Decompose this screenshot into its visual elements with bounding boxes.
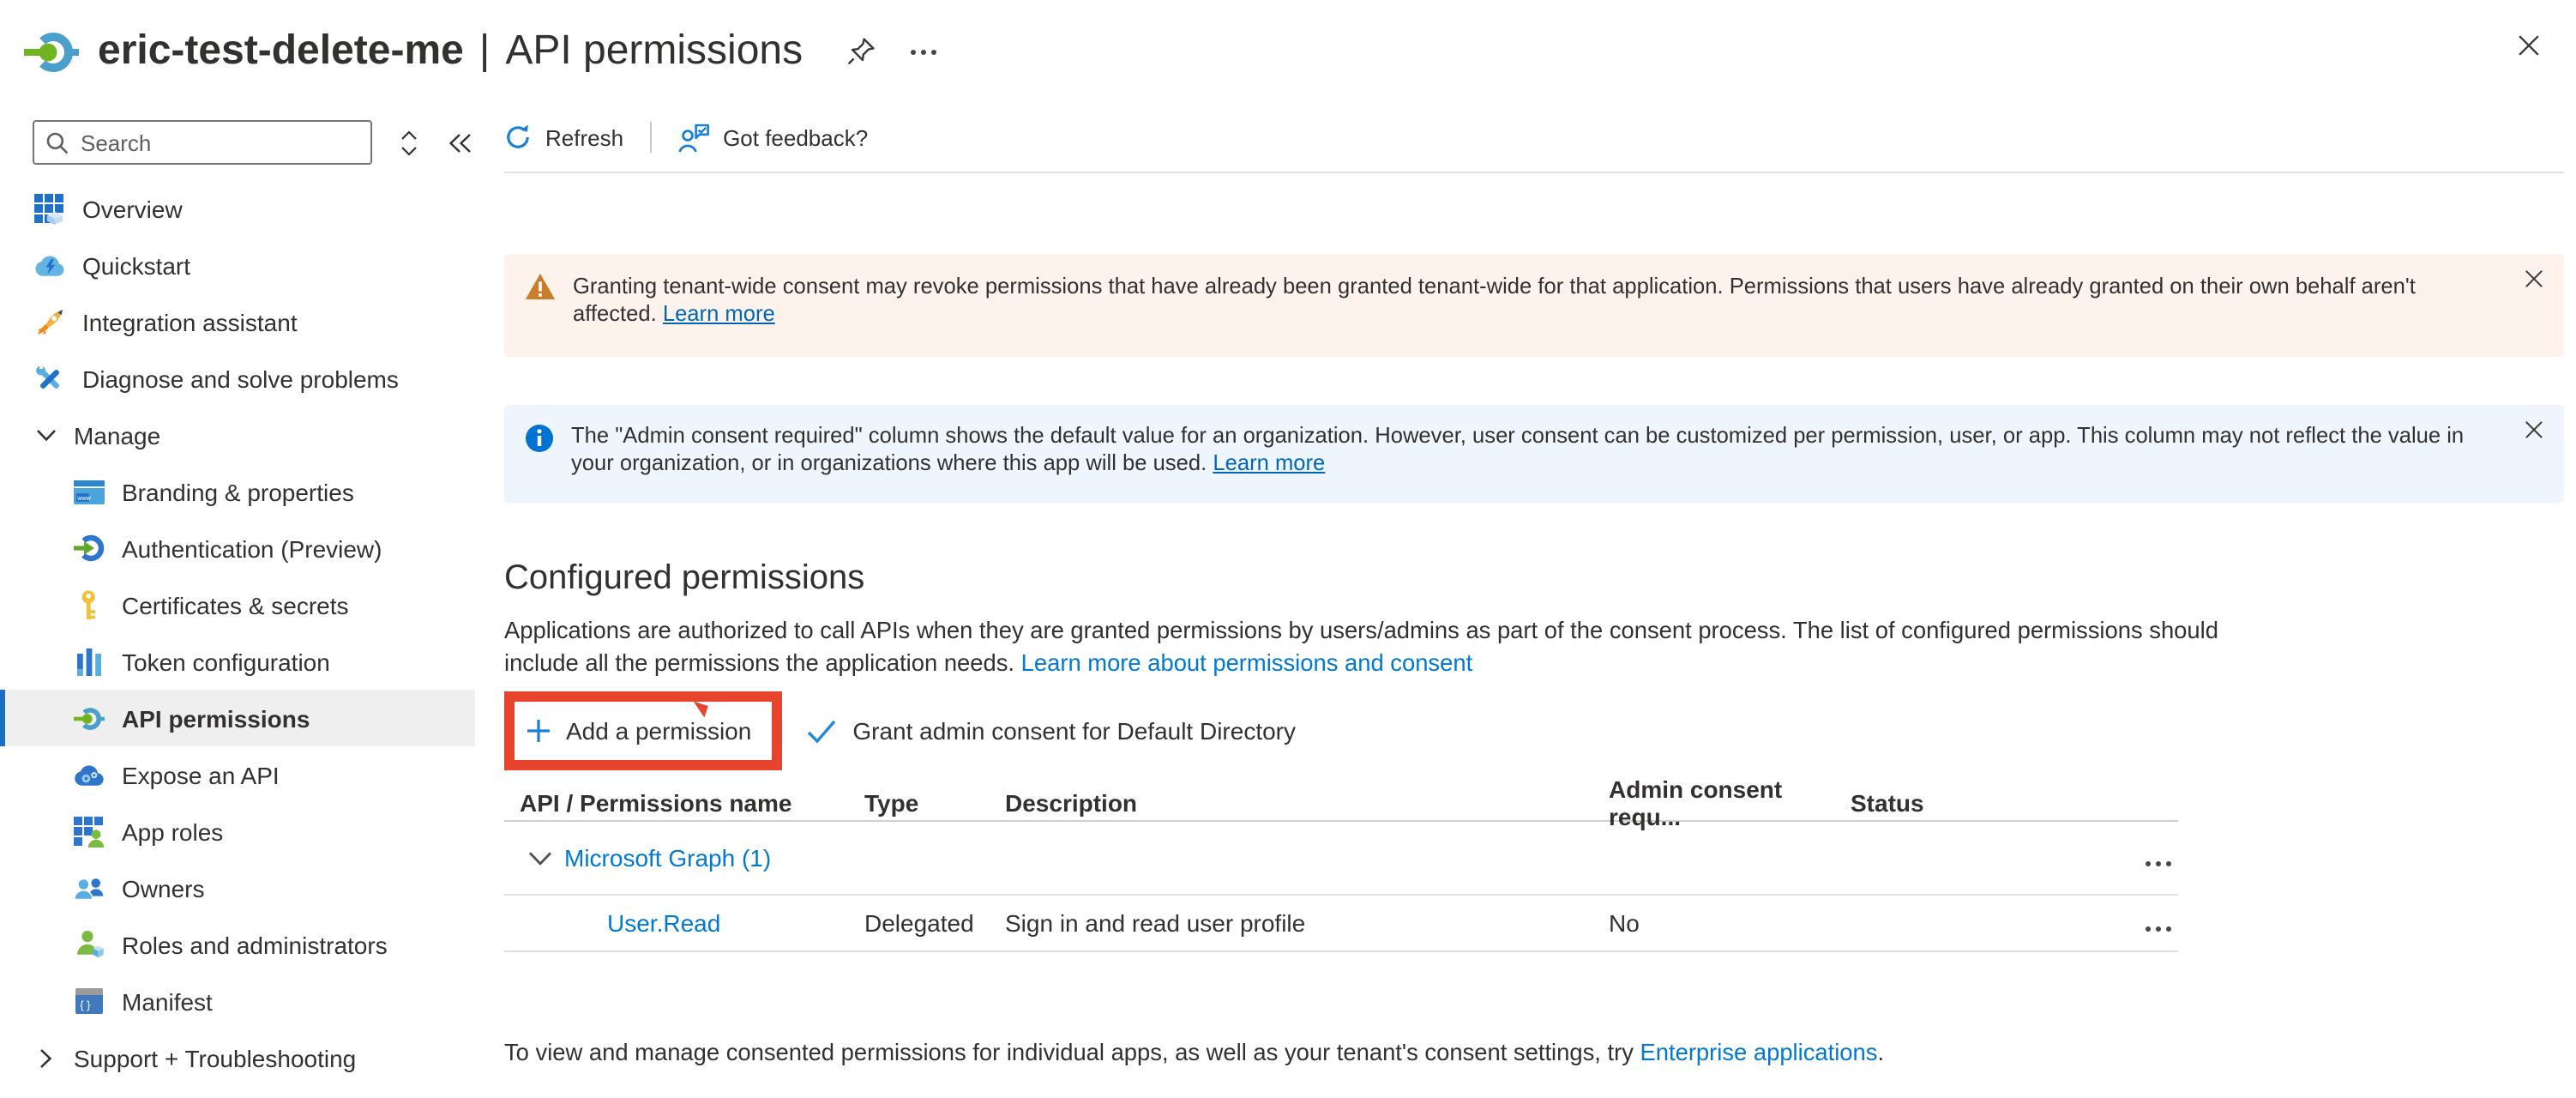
search-input[interactable] bbox=[33, 120, 372, 165]
close-blade-icon[interactable] bbox=[2507, 24, 2549, 65]
page-name: API permissions bbox=[505, 27, 803, 75]
sidebar-item-authentication[interactable]: Authentication (Preview) bbox=[0, 520, 475, 576]
toolbar-divider bbox=[649, 122, 651, 153]
expand-group-icon[interactable] bbox=[528, 850, 552, 866]
warning-learn-more-link[interactable]: Learn more bbox=[663, 300, 775, 326]
sidebar-item-owners[interactable]: Owners bbox=[0, 860, 475, 916]
section-title: Configured permissions bbox=[504, 556, 2564, 600]
sidebar-item-manifest[interactable]: { } Manifest bbox=[0, 973, 475, 1029]
app-name: eric-test-delete-me bbox=[98, 27, 464, 75]
person-cube-icon bbox=[74, 929, 105, 960]
warning-text: Granting tenant-wide consent may revoke … bbox=[573, 273, 2543, 328]
token-bars-icon bbox=[74, 646, 105, 677]
feedback-icon bbox=[677, 123, 709, 152]
blade-header: eric-test-delete-me | API permissions bbox=[0, 0, 2576, 103]
sidebar-item-token-configuration[interactable]: Token configuration bbox=[0, 633, 475, 690]
add-permission-button[interactable]: Add a permission bbox=[527, 717, 751, 745]
permission-admin-consent: No bbox=[1609, 909, 1851, 937]
sidebar-item-app-roles[interactable]: App roles bbox=[0, 803, 475, 860]
browser-window-icon: www bbox=[74, 476, 105, 507]
code-window-icon: { } bbox=[74, 986, 105, 1017]
command-bar: Refresh Got feedback? bbox=[504, 103, 2564, 173]
info-close-icon[interactable] bbox=[2525, 417, 2543, 444]
sidebar-item-branding[interactable]: www Branding & properties bbox=[0, 463, 475, 520]
annotation-mark bbox=[690, 702, 708, 718]
permission-actions: Add a permission Grant admin consent for… bbox=[504, 691, 2564, 770]
search-box bbox=[33, 120, 372, 165]
rocket-icon bbox=[34, 306, 65, 337]
api-group-link[interactable]: Microsoft Graph (1) bbox=[564, 844, 771, 872]
svg-text:{ }: { } bbox=[80, 998, 91, 1011]
sidebar-item-integration-assistant[interactable]: Integration assistant bbox=[0, 293, 475, 350]
col-type: Type bbox=[864, 789, 1005, 817]
table-row-group: Microsoft Graph (1) bbox=[504, 822, 2178, 896]
footer-note: To view and manage consented permissions… bbox=[504, 1040, 2564, 1065]
sidebar-item-expose-an-api[interactable]: Expose an API bbox=[0, 746, 475, 803]
permission-type: Delegated bbox=[864, 909, 1005, 937]
sidebar-item-quickstart[interactable]: Quickstart bbox=[0, 237, 475, 293]
row-menu-icon[interactable] bbox=[2146, 909, 2171, 937]
sidebar-item-roles-administrators[interactable]: Roles and administrators bbox=[0, 916, 475, 973]
check-icon bbox=[806, 718, 837, 744]
col-api-permissions-name: API / Permissions name bbox=[504, 789, 864, 817]
sidebar-group-manage[interactable]: Manage bbox=[0, 407, 475, 463]
chevron-down-icon bbox=[34, 419, 57, 450]
col-description: Description bbox=[1005, 789, 1609, 817]
people-icon bbox=[74, 872, 105, 903]
table-header-row: API / Permissions name Type Description … bbox=[504, 775, 2178, 822]
sidebar-item-overview[interactable]: Overview bbox=[0, 180, 475, 237]
grant-admin-consent-button[interactable]: Grant admin consent for Default Director… bbox=[806, 717, 1296, 745]
sidebar-group-support[interactable]: Support + Troubleshooting bbox=[0, 1029, 475, 1086]
app-registration-icon bbox=[24, 27, 79, 76]
api-permissions-blade: eric-test-delete-me | API permissions bbox=[0, 0, 2576, 1098]
enterprise-applications-link[interactable]: Enterprise applications bbox=[1640, 1040, 1878, 1065]
pin-icon[interactable] bbox=[840, 31, 882, 72]
col-status: Status bbox=[1851, 789, 2110, 817]
authentication-icon bbox=[74, 533, 105, 564]
main-content: Refresh Got feedback? Granting tenant-wi… bbox=[475, 103, 2576, 1098]
sidebar-item-certificates[interactable]: Certificates & secrets bbox=[0, 576, 475, 633]
table-row-permission: User.Read Delegated Sign in and read use… bbox=[504, 896, 2178, 952]
permissions-table: API / Permissions name Type Description … bbox=[504, 775, 2178, 952]
warning-banner: Granting tenant-wide consent may revoke … bbox=[504, 254, 2564, 357]
tools-icon bbox=[34, 363, 65, 394]
permission-description: Sign in and read user profile bbox=[1005, 909, 1609, 937]
search-icon bbox=[46, 132, 69, 154]
annotation-highlight-box: Add a permission bbox=[504, 691, 782, 770]
permissions-consent-link[interactable]: Learn more about permissions and consent bbox=[1021, 650, 1473, 676]
svg-text:www: www bbox=[76, 493, 91, 501]
key-icon bbox=[74, 589, 105, 620]
refresh-icon bbox=[504, 124, 532, 151]
info-text: The "Admin consent required" column show… bbox=[571, 422, 2543, 477]
page-title: eric-test-delete-me | API permissions bbox=[98, 27, 803, 75]
warning-close-icon[interactable] bbox=[2525, 266, 2543, 293]
grid-person-icon bbox=[74, 816, 105, 847]
sidebar-nav: Overview Quickstart Integration assistan… bbox=[0, 180, 475, 1086]
sidebar: Overview Quickstart Integration assistan… bbox=[0, 103, 475, 1098]
info-banner: The "Admin consent required" column show… bbox=[504, 405, 2564, 503]
collapse-menu-icon[interactable] bbox=[444, 124, 475, 161]
info-icon bbox=[525, 424, 554, 453]
permission-link[interactable]: User.Read bbox=[607, 909, 720, 937]
chevron-right-icon bbox=[34, 1042, 57, 1073]
api-permissions-icon bbox=[74, 703, 105, 733]
section-description: Applications are authorized to call APIs… bbox=[504, 614, 2279, 679]
warning-icon bbox=[525, 273, 556, 300]
overview-icon bbox=[34, 193, 65, 224]
refresh-button[interactable]: Refresh bbox=[504, 124, 623, 151]
plus-icon bbox=[527, 719, 551, 743]
info-learn-more-link[interactable]: Learn more bbox=[1213, 449, 1325, 475]
sidebar-item-diagnose[interactable]: Diagnose and solve problems bbox=[0, 350, 475, 407]
keyboard-shortcut-icon[interactable] bbox=[393, 124, 424, 161]
quickstart-icon bbox=[34, 250, 65, 281]
cloud-gears-icon bbox=[74, 759, 105, 790]
more-options-icon[interactable] bbox=[902, 31, 943, 72]
sidebar-item-api-permissions[interactable]: API permissions bbox=[0, 690, 475, 746]
col-admin-consent: Admin consent requ... bbox=[1609, 775, 1851, 830]
row-menu-icon[interactable] bbox=[2146, 844, 2171, 872]
feedback-button[interactable]: Got feedback? bbox=[677, 123, 868, 152]
